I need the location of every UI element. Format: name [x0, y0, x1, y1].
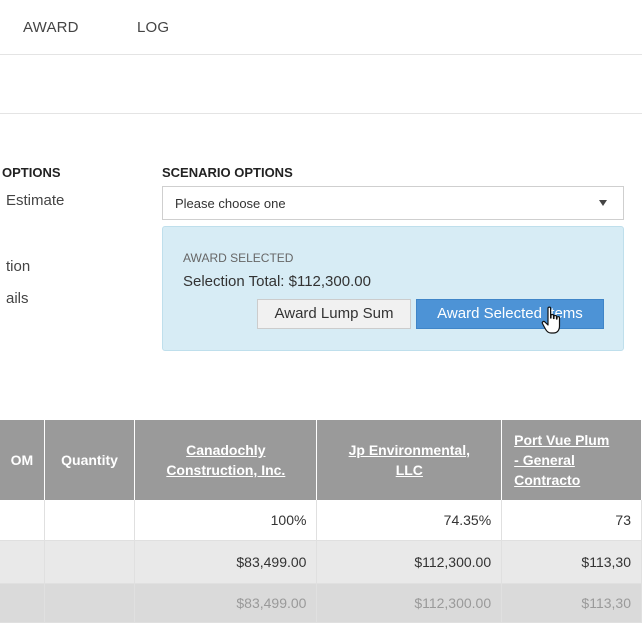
table-cell: 73 [501, 500, 642, 541]
scenario-select-value: Please choose one [175, 196, 286, 211]
award-lump-sum-button[interactable]: Award Lump Sum [257, 299, 411, 329]
selection-total: Selection Total: $112,300.00 [183, 273, 371, 290]
table-cell-uom [0, 583, 45, 623]
table-cell: $113,30 [501, 583, 642, 623]
bid-comparison-table: OM Quantity Canadochly Construction, Inc… [0, 420, 642, 623]
option-item-3[interactable]: ails [6, 290, 29, 307]
table-row: $83,499.00 $112,300.00 $113,30 [0, 540, 642, 584]
col-header-quantity: Quantity [44, 420, 136, 500]
award-selected-label: AWARD SELECTED [183, 251, 294, 265]
award-selected-items-button[interactable]: Award Selected Items [416, 299, 604, 329]
scenario-select[interactable]: Please choose one [162, 186, 624, 220]
table-cell-quantity [44, 540, 136, 584]
table-cell: $83,499.00 [134, 540, 318, 584]
table-cell-quantity [44, 583, 136, 623]
table-cell-quantity [44, 500, 136, 541]
supplier-header-canadochly[interactable]: Canadochly Construction, Inc. [134, 420, 318, 500]
option-estimate[interactable]: Estimate [6, 192, 64, 209]
supplier-name-line: Jp Environmental, [348, 442, 470, 458]
option-item-2[interactable]: tion [6, 258, 30, 275]
table-cell: $83,499.00 [134, 583, 318, 623]
chevron-down-icon [599, 200, 607, 206]
top-tabs: AWARD LOG [0, 0, 642, 55]
supplier-name-line: Port Vue Plum [514, 432, 610, 448]
supplier-name-line: Canadochly [186, 442, 266, 458]
tab-log[interactable]: LOG [137, 19, 169, 36]
table-cell: 74.35% [316, 500, 503, 541]
table-cell: $112,300.00 [316, 540, 503, 584]
section-divider [0, 113, 642, 114]
supplier-name-line: LLC [395, 462, 423, 478]
table-cell: 100% [134, 500, 318, 541]
table-cell: $112,300.00 [316, 583, 503, 623]
supplier-name-line: - General [514, 452, 575, 468]
scenario-options-heading: SCENARIO OPTIONS [162, 165, 293, 180]
supplier-header-port-vue[interactable]: Port Vue Plum - General Contracto [501, 420, 642, 500]
supplier-header-jp-environmental[interactable]: Jp Environmental, LLC [316, 420, 503, 500]
supplier-name-line: Construction, Inc. [166, 462, 286, 478]
table-cell-uom [0, 500, 45, 541]
table-cell-uom [0, 540, 45, 584]
options-heading: OPTIONS [2, 165, 61, 180]
hand-pointer-icon [541, 306, 561, 334]
table-row: $83,499.00 $112,300.00 $113,30 [0, 583, 642, 623]
table-row: 100% 74.35% 73 [0, 500, 642, 541]
supplier-name-line: Contracto [514, 472, 581, 488]
tab-award[interactable]: AWARD [23, 19, 79, 36]
col-header-uom: OM [0, 420, 45, 500]
table-cell: $113,30 [501, 540, 642, 584]
